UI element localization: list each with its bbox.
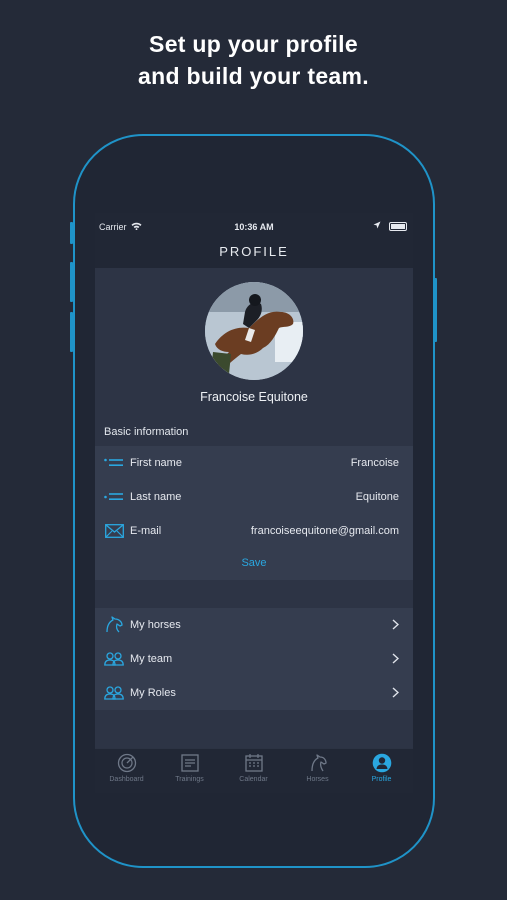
tab-trainings[interactable]: Trainings (158, 753, 221, 783)
phone-volume-down (70, 312, 73, 352)
status-bar: Carrier 10:36 AM (95, 213, 413, 239)
location-arrow-icon (373, 221, 381, 231)
first-name-label: First name (130, 457, 182, 469)
headline-line-2: and build your team. (138, 63, 369, 89)
tab-bar: Dashboard Trainings Calendar Horses Prof… (95, 748, 413, 793)
tab-calendar[interactable]: Calendar (222, 753, 285, 783)
email-row[interactable]: E-mail francoiseequitone@gmail.com (95, 514, 413, 548)
horse-icon (308, 753, 328, 773)
phone-volume-up (70, 262, 73, 302)
page-title: PROFILE (219, 244, 289, 259)
menu-item-my-horses[interactable]: My horses (95, 608, 413, 642)
email-label: E-mail (130, 525, 162, 537)
tab-label-horses: Horses (306, 776, 329, 783)
tab-label-dashboard: Dashboard (109, 776, 144, 783)
headline-line-1: Set up your profile (149, 31, 358, 57)
save-button[interactable]: Save (95, 557, 413, 569)
profile-menu: My horses My team My Roles (95, 608, 413, 710)
tab-label-trainings: Trainings (175, 776, 204, 783)
horse-icon (104, 616, 124, 633)
chevron-right-icon (392, 617, 400, 633)
menu-label-my-horses: My horses (130, 619, 181, 631)
profile-name: Francoise Equitone (200, 390, 308, 404)
tab-label-calendar: Calendar (239, 776, 268, 783)
last-name-row[interactable]: Last name Equitone (95, 480, 413, 514)
status-right (373, 221, 407, 231)
email-value[interactable]: francoiseequitone@gmail.com (251, 525, 399, 537)
status-time: 10:36 AM (234, 222, 274, 232)
tab-dashboard[interactable]: Dashboard (95, 753, 158, 783)
trainings-icon (180, 753, 200, 773)
headline: Set up your profile and build your team. (0, 28, 507, 92)
calendar-icon (244, 753, 264, 773)
dashboard-icon (117, 753, 137, 773)
first-name-value[interactable]: Francoise (351, 457, 399, 469)
basic-info-panel: First name Francoise Last name Equitone … (95, 446, 413, 580)
last-name-value[interactable]: Equitone (356, 491, 399, 503)
tab-label-profile: Profile (371, 776, 392, 783)
phone-screen: Carrier 10:36 AM PROFILE Francoise Equit… (95, 213, 413, 793)
menu-label-my-team: My team (130, 653, 173, 665)
team-icon (104, 652, 124, 666)
menu-label-my-roles: My Roles (130, 687, 176, 699)
chevron-right-icon (392, 685, 400, 701)
profile-icon (372, 753, 392, 773)
profile-content[interactable]: Francoise Equitone Basic information Fir… (95, 268, 413, 748)
menu-item-my-team[interactable]: My team (95, 642, 413, 676)
first-name-row[interactable]: First name Francoise (95, 446, 413, 480)
last-name-label: Last name (130, 491, 182, 503)
rider-photo-icon[interactable] (205, 282, 303, 380)
tab-horses[interactable]: Horses (286, 753, 349, 783)
menu-item-my-roles[interactable]: My Roles (95, 676, 413, 710)
envelope-icon (104, 524, 124, 538)
list-icon (104, 490, 124, 504)
phone-power-button (434, 278, 437, 342)
roles-icon (104, 686, 124, 700)
section-divider (95, 580, 413, 608)
battery-icon (389, 221, 407, 231)
basic-info-title: Basic information (104, 426, 189, 438)
tab-profile[interactable]: Profile (350, 753, 413, 783)
list-icon (104, 456, 124, 470)
phone-mute-switch (70, 222, 73, 244)
chevron-right-icon (392, 651, 400, 667)
